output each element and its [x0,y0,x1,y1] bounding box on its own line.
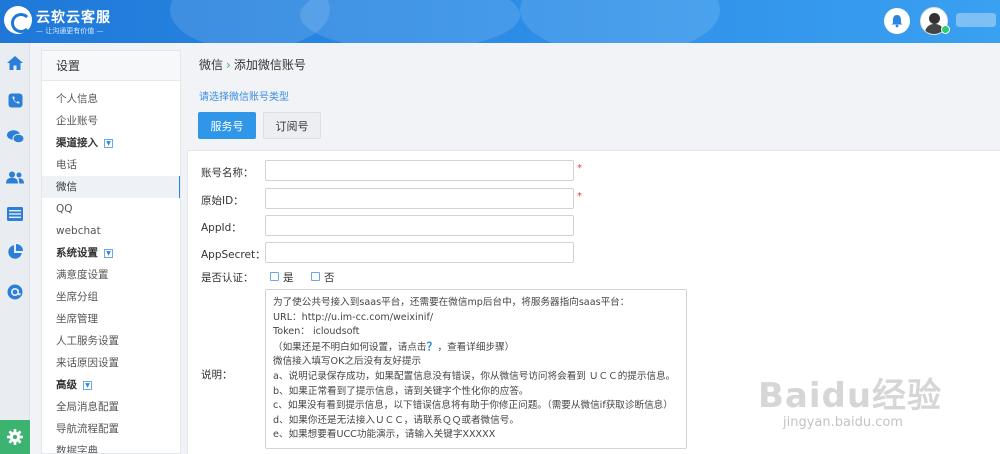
desc-line: b、如果正常看到了提示信息，请到关键字个性化你的应答。 [273,385,529,397]
subscription-account-button[interactable]: 订阅号 [263,112,321,139]
sidebar-item-human-service[interactable]: 人工服务设置 [42,330,180,352]
sidebar-item-enterprise-account[interactable]: 企业账号 [42,110,180,132]
top-header: 云软云客服 — 让沟通更有价值 — [0,0,1000,43]
chevron-down-icon: ▼ [83,380,92,390]
sidebar-item-phone[interactable]: 电话 [42,154,180,176]
sidebar-item-webchat[interactable]: webchat [42,220,180,242]
sidebar-item-call-reason[interactable]: 来话原因设置 [42,352,180,374]
online-status-icon [941,25,950,34]
brand-logo [4,6,32,34]
sidebar-item-nav-flow[interactable]: 导航流程配置 [42,418,180,440]
appid-label: AppId： [201,222,242,234]
description-label: 说明： [201,369,233,381]
baidu-watermark-url: jingyan.baidu.com [783,415,903,430]
desc-line: Token： icloudsoft [273,326,360,338]
required-mark: * [577,191,582,202]
bell-icon[interactable] [884,8,910,34]
verified-yes-checkbox[interactable] [270,272,279,281]
verified-label: 是否认证： [201,272,254,284]
verified-yes-label: 是 [283,272,294,284]
required-mark: * [577,163,582,174]
brand-slogan: — 让沟通更有价值 — [36,27,104,35]
baidu-watermark: Baidu经验 [758,376,943,416]
help-question-icon[interactable]: ？ [427,340,438,353]
original-id-input[interactable] [265,188,574,209]
breadcrumb: 微信 › 添加微信账号 [199,56,306,73]
desc-line: URL：http://u.im-cc.com/weixinif/ [273,311,434,323]
sidebar-group-advanced[interactable]: 高级 ▼ [42,374,180,396]
desc-line: a、说明记录保存成功，如果配置信息没有错误，你从微信号访问将会看到 ＵＣＣ的提示… [273,370,676,382]
home-icon[interactable] [4,52,26,74]
settings-sidebar: 设置 个人信息 企业账号 渠道接入 ▼ 电话 微信 QQ webchat 系统设置… [41,50,181,454]
sidebar-item-seat-group[interactable]: 坐席分组 [42,286,180,308]
desc-line: 为了使公共号接入到saas平台，还需要在微信mp后台中，将服务器指向saas平台… [273,297,630,308]
desc-line: d、如果你还是无法接入ＵＣＣ，请联系ＱＱ或者微信号。 [273,414,519,426]
chat-icon[interactable] [4,126,26,148]
original-id-label: 原始ID： [201,195,244,207]
sidebar-item-satisfaction[interactable]: 满意度设置 [42,264,180,286]
list-icon[interactable] [4,203,26,225]
account-type-hint: 请选择微信账号类型 [199,92,289,103]
module-nav [0,43,30,454]
appsecret-input[interactable] [265,242,574,263]
contacts-icon[interactable] [4,166,26,188]
desc-line: e、如果想要看UCC功能演示，请输入关键字XXXXX [273,429,496,441]
sidebar-item-qq[interactable]: QQ [42,198,180,220]
brand-name: 云软云客服 [36,10,111,26]
sidebar-title: 设置 [42,51,180,81]
appsecret-label: AppSecret： [201,249,266,261]
phone-icon[interactable] [4,89,26,111]
account-name-label: 账号名称： [201,167,254,179]
sidebar-group-channel[interactable]: 渠道接入 ▼ [42,132,180,154]
sidebar-item-global-message[interactable]: 全局消息配置 [42,396,180,418]
service-account-button[interactable]: 服务号 [198,112,256,139]
desc-line: c、如果没有看到提示信息，以下错误信息将有助于你修正问题。（需要从微信if获取诊… [273,400,673,412]
breadcrumb-parent[interactable]: 微信 [199,58,223,72]
chevron-down-icon: ▼ [104,248,113,258]
desc-line: 微信接入填写OK之后没有友好提示 [273,356,422,368]
sidebar-group-system[interactable]: 系统设置 ▼ [42,242,180,264]
desc-line-help: （如果还是不明白如何设置，请点击？，查看详细步骤） [273,339,515,353]
verified-no-label: 否 [324,272,335,284]
sidebar-item-seat-manage[interactable]: 坐席管理 [42,308,180,330]
user-name-blurred[interactable] [956,13,996,27]
appid-input[interactable] [265,215,574,236]
breadcrumb-separator: › [226,58,231,72]
chevron-down-icon: ▼ [104,138,113,148]
sidebar-item-wechat[interactable]: 微信 [42,176,180,198]
at-sign-icon[interactable] [4,281,26,303]
account-name-input[interactable] [265,160,574,181]
sidebar-item-personal-info[interactable]: 个人信息 [42,88,180,110]
pie-chart-icon[interactable] [4,241,26,263]
verified-no-checkbox[interactable] [311,272,320,281]
sidebar-item-data-dict[interactable]: 数据字典 [42,440,180,453]
description-box: 为了使公共号接入到saas平台，还需要在微信mp后台中，将服务器指向saas平台… [265,289,687,449]
gear-icon[interactable] [0,420,30,454]
breadcrumb-current: 添加微信账号 [233,58,306,72]
